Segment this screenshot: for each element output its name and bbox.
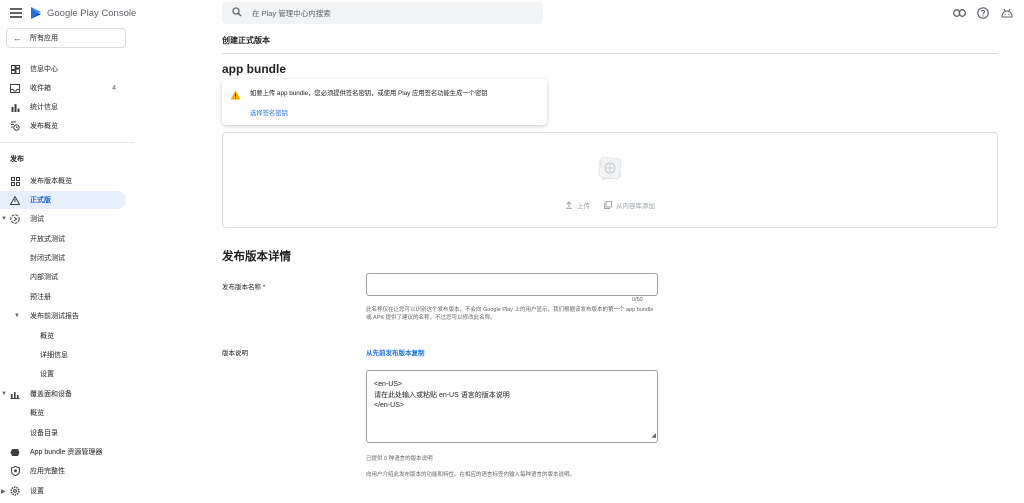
release-name-help: 此名称仅在让您可以识别这个发布版本，不会向 Google Play 上的用户显示… bbox=[366, 307, 654, 321]
dashboard-icon bbox=[10, 64, 20, 74]
upload-icon bbox=[566, 201, 572, 209]
sidebar: Google Play Console ← 所有应用 信息中心 收件箱 4 统计… bbox=[0, 0, 136, 503]
production-icon bbox=[10, 195, 20, 205]
sidebar-item-pre-launch-report[interactable]: ▼ 发布前测试报告 bbox=[0, 307, 126, 325]
sidebar-item-reach-devices[interactable]: ▼ 覆盖面和设备 bbox=[0, 385, 126, 403]
resize-handle-icon[interactable]: ◢ bbox=[651, 431, 656, 442]
testing-icon bbox=[10, 214, 20, 224]
chevron-down-icon: ▼ bbox=[1, 216, 7, 222]
main-content: 创建正式版本 app bundle 如要上传 app bundle，您必须提供签… bbox=[222, 0, 998, 503]
menu-icon[interactable] bbox=[10, 8, 22, 18]
sidebar-item-closed-testing[interactable]: 封闭式测试 bbox=[0, 249, 126, 267]
page-title: 创建正式版本 bbox=[222, 36, 270, 45]
chevron-down-icon: ▼ bbox=[1, 391, 7, 397]
bundle-explorer-icon bbox=[10, 447, 20, 457]
all-apps-button[interactable]: ← 所有应用 bbox=[6, 28, 126, 48]
upload-actions: 上传 从内容库添加 bbox=[565, 200, 655, 210]
chevron-down-icon: ▼ bbox=[14, 313, 20, 319]
release-notes-languages-info: 已提供 0 种语言的版本说明 bbox=[366, 456, 433, 462]
google-play-logo-icon bbox=[31, 7, 41, 19]
chevron-right-icon: ▶ bbox=[1, 488, 6, 495]
brand: Google Play Console bbox=[10, 6, 136, 20]
publishing-overview-icon bbox=[10, 121, 20, 131]
warning-icon bbox=[230, 87, 241, 105]
releases-overview-icon bbox=[10, 176, 20, 186]
sidebar-item-dashboard[interactable]: 信息中心 bbox=[0, 60, 126, 78]
sidebar-section-release: 发布 bbox=[10, 156, 24, 163]
choose-signing-key-link[interactable]: 选择签名密钥 bbox=[250, 108, 288, 117]
sidebar-item-publishing-overview[interactable]: 发布概览 bbox=[0, 117, 126, 135]
brand-name: Google Play Console bbox=[47, 7, 137, 19]
sidebar-item-internal-testing[interactable]: 内部测试 bbox=[0, 268, 126, 286]
signing-key-warning: 如要上传 app bundle，您必须提供签名密钥，或使用 Play 应用签名功… bbox=[222, 79, 547, 125]
statistics-icon bbox=[10, 102, 20, 112]
sidebar-item-production[interactable]: 正式版 bbox=[0, 191, 126, 209]
add-from-library-button[interactable]: 从内容库添加 bbox=[604, 200, 655, 210]
upload-button[interactable]: 上传 bbox=[565, 200, 590, 210]
release-notes-label: 版本说明 bbox=[222, 350, 248, 357]
release-name-counter: 0/50 bbox=[632, 297, 643, 303]
reach-devices-icon bbox=[10, 389, 20, 399]
upload-dropzone[interactable]: 上传 从内容库添加 bbox=[222, 132, 998, 228]
inbox-icon bbox=[10, 83, 20, 93]
sidebar-item-inbox[interactable]: 收件箱 4 bbox=[0, 79, 126, 97]
copy-from-previous-link[interactable]: 从先前发布版本复制 bbox=[366, 347, 425, 357]
android-icon[interactable] bbox=[1000, 6, 1014, 20]
sidebar-item-open-testing[interactable]: 开放式测试 bbox=[0, 230, 126, 248]
sidebar-item-device-catalog[interactable]: 设备目录 bbox=[0, 424, 126, 442]
sidebar-item-pre-launch-details[interactable]: 详细信息 bbox=[0, 346, 126, 364]
release-details-heading: 发布版本详情 bbox=[222, 251, 291, 263]
release-notes-help: 向用户介绍此发布版本的功能和特性。在相应的语言标签内输入每种语言的版本说明。 bbox=[366, 472, 576, 478]
sidebar-item-app-integrity[interactable]: 应用完整性 bbox=[0, 462, 126, 480]
sidebar-item-testing[interactable]: ▼ 测试 bbox=[0, 210, 126, 228]
release-name-label: 发布版本名称 * bbox=[222, 284, 266, 291]
sidebar-item-bundle-explorer[interactable]: App bundle 资源管理器 bbox=[0, 443, 126, 461]
release-notes-textarea[interactable]: <en-US> 请在此处输入或粘贴 en-US 语言的版本说明 </en-US>… bbox=[366, 370, 658, 443]
sidebar-item-settings[interactable]: ▶ 设置 bbox=[0, 482, 126, 500]
sidebar-item-pre-registration[interactable]: 预注册 bbox=[0, 288, 126, 306]
sidebar-item-pre-launch-settings[interactable]: 设置 bbox=[0, 365, 126, 383]
title-divider bbox=[222, 53, 998, 54]
inbox-count: 4 bbox=[112, 84, 116, 92]
sidebar-divider bbox=[0, 142, 134, 143]
sidebar-item-releases-overview[interactable]: 发布版本概览 bbox=[0, 172, 126, 190]
sidebar-item-pre-launch-overview[interactable]: 概览 bbox=[0, 327, 126, 345]
library-icon bbox=[604, 201, 612, 209]
bundle-illustration-icon bbox=[598, 156, 622, 181]
sidebar-item-statistics[interactable]: 统计信息 bbox=[0, 98, 126, 116]
sidebar-item-reach-overview[interactable]: 概览 bbox=[0, 404, 126, 422]
release-name-input[interactable] bbox=[366, 273, 658, 296]
settings-icon bbox=[10, 486, 20, 496]
all-apps-label: 所有应用 bbox=[30, 35, 58, 42]
app-integrity-icon bbox=[10, 466, 20, 476]
warning-text: 如要上传 app bundle，您必须提供签名密钥，或使用 Play 应用签名功… bbox=[250, 90, 488, 97]
back-arrow-icon: ← bbox=[13, 33, 22, 43]
app-bundle-heading: app bundle bbox=[222, 62, 286, 76]
